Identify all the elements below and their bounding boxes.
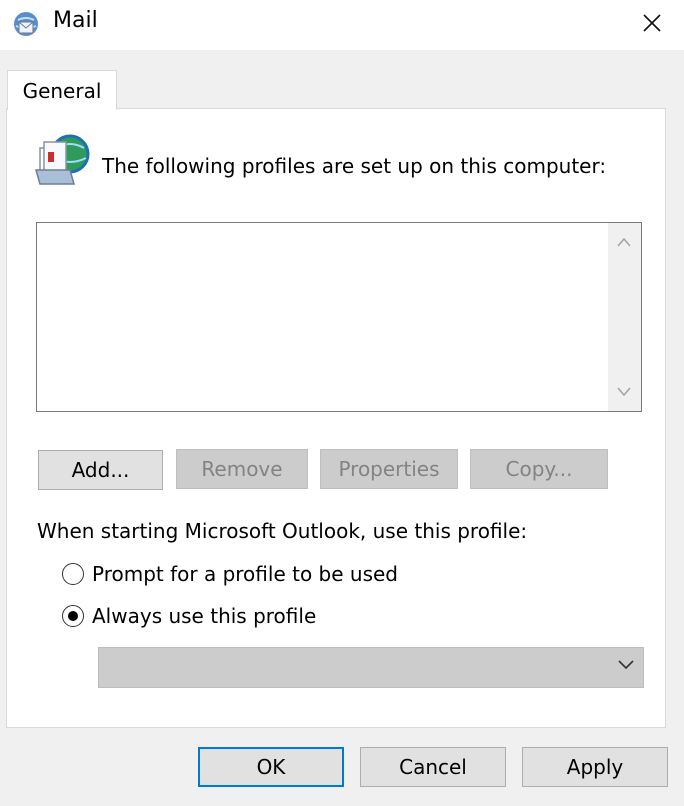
always-use-profile-radio[interactable] [62, 605, 84, 627]
scroll-up-icon[interactable] [617, 237, 631, 247]
startup-profile-label: When starting Microsoft Outlook, use thi… [37, 519, 528, 543]
radio-selected-dot [68, 611, 78, 621]
general-tab-panel [6, 108, 666, 728]
profiles-scrollbar[interactable] [608, 223, 641, 411]
apply-button[interactable]: Apply [522, 747, 668, 787]
close-button[interactable] [628, 0, 676, 46]
prompt-profile-label: Prompt for a profile to be used [92, 562, 398, 586]
prompt-profile-option[interactable]: Prompt for a profile to be used [62, 562, 398, 586]
profile-select[interactable] [98, 647, 644, 688]
always-use-profile-option[interactable]: Always use this profile [62, 604, 316, 628]
title-bar: Mail [0, 0, 684, 50]
remove-profile-button[interactable]: Remove [176, 449, 308, 489]
profiles-intro-text: The following profiles are set up on thi… [102, 154, 607, 178]
scroll-down-icon[interactable] [617, 387, 631, 397]
chevron-down-icon [618, 660, 634, 670]
window-title: Mail [53, 8, 98, 33]
mail-profiles-icon [35, 134, 90, 185]
cancel-button[interactable]: Cancel [360, 747, 506, 787]
tab-general[interactable]: General [7, 70, 117, 110]
copy-profile-button[interactable]: Copy... [470, 449, 608, 489]
always-use-profile-label: Always use this profile [92, 604, 317, 628]
ok-button[interactable]: OK [198, 747, 344, 787]
profiles-listbox[interactable] [36, 222, 642, 412]
properties-button[interactable]: Properties [320, 449, 458, 489]
close-icon [643, 14, 661, 32]
mail-globe-icon [14, 12, 38, 36]
add-profile-button[interactable]: Add... [38, 450, 163, 490]
prompt-profile-radio[interactable] [62, 563, 84, 585]
